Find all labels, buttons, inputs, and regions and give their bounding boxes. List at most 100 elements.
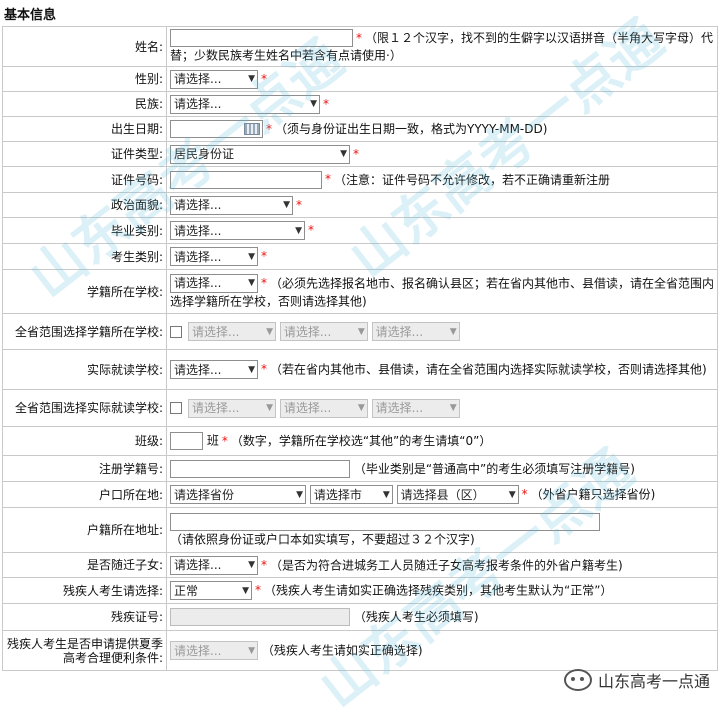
class-input[interactable] (170, 432, 203, 450)
row-disability-cert: 残疾证号: （残疾人考生必须填写) (2, 603, 718, 631)
chevron-down-icon: ▼ (449, 326, 457, 337)
required-star: * (261, 249, 267, 263)
disability-cert-label: 残疾证号: (2, 603, 167, 631)
chevron-down-icon: ▼ (248, 364, 255, 375)
chevron-down-icon: ▼ (382, 489, 390, 500)
row-id-type: 证件类型: 居民身份证 ▼ * (2, 141, 718, 167)
disability-cert-input[interactable] (170, 608, 350, 626)
birthdate-label: 出生日期: (2, 116, 167, 142)
prov-actual-city-select[interactable]: 请选择... ▼ (188, 398, 276, 418)
disability-select[interactable]: 正常 ▼ (170, 581, 252, 600)
actual-school-label: 实际就读学校: (2, 349, 167, 390)
chevron-down-icon: ▼ (248, 278, 255, 289)
id-number-note: （注意：证件号码不允许修改，若不正确请重新注册 (334, 172, 611, 187)
id-number-label: 证件号码: (2, 166, 167, 193)
required-star: * (261, 71, 267, 86)
row-grad-type: 毕业类别: 请选择... ▼ * (2, 217, 718, 244)
ethnicity-select[interactable]: 请选择... ▼ (170, 94, 320, 114)
exam-type-select[interactable]: 请选择... ▼ (170, 247, 258, 266)
section-title: 基本信息 (4, 8, 57, 23)
reg-number-note: （毕业类别是“普通高中”的考生必须填写注册学籍号) (353, 461, 635, 476)
row-id-number: 证件号码: * （注意：证件号码不允许修改，若不正确请重新注册 (2, 166, 718, 193)
migrant-select[interactable]: 请选择... ▼ (170, 555, 258, 575)
school-select-value: 请选择... (174, 276, 222, 291)
migrant-note: （是否为符合进城务工人员随迁子女高考报考条件的外省户籍考生) (270, 558, 623, 572)
grad-type-select[interactable]: 请选择... ▼ (170, 221, 305, 240)
class-suffix: 班 (206, 433, 219, 448)
hukou-address-input[interactable] (170, 512, 600, 531)
logo: 山东高考一点通 (563, 668, 710, 692)
prov-school-school-select[interactable]: 请选择... ▼ (371, 322, 460, 341)
hukou-address-label: 户籍所在地址: (2, 507, 167, 553)
political-select-value: 请选择... (174, 198, 222, 212)
prov-school-label: 全省范围选择学籍所在学校: (2, 313, 167, 350)
wechat-icon (563, 669, 592, 691)
chevron-down-icon: ▼ (449, 403, 457, 413)
row-reg-number: 注册学籍号: （毕业类别是“普通高中”的考生必须填写注册学籍号) (2, 455, 718, 482)
row-migrant: 是否随迁子女: 请选择... ▼ * （是否为符合进城务工人员随迁子女高考报考条件的外… (2, 552, 718, 578)
class-label: 班级: (2, 426, 167, 456)
name-input[interactable] (170, 29, 353, 48)
chevron-down-icon: ▼ (357, 403, 365, 413)
hukou-city-value: 请选择市 (313, 487, 362, 502)
chevron-down-icon: ▼ (248, 645, 255, 656)
school-select[interactable]: 请选择... ▼ (170, 273, 258, 293)
required-star: * (521, 487, 528, 501)
hukou-province-value: 请选择省份 (174, 487, 235, 502)
chevron-down-icon: ▼ (248, 560, 255, 570)
required-star: * (261, 557, 267, 572)
row-exam-type: 考生类别: 请选择... ▼ * (2, 243, 718, 270)
actual-school-select[interactable]: 请选择... ▼ (170, 360, 258, 379)
logo-text: 山东高考一点通 (597, 672, 710, 691)
chevron-down-icon: ▼ (248, 74, 255, 84)
row-prov-school: 全省范围选择学籍所在学校: 请选择... ▼ 请选择... ▼ 请选择... ▼ (2, 313, 718, 350)
row-disability-request: 残疾人考生是否申请提供夏季高考合理便利条件: 请选择... ▼ （残疾人考生请如实… (2, 630, 718, 671)
class-note: （数字，学籍所在学校选“其他”的考生请填“0”） (230, 434, 492, 448)
row-hukou: 户口所在地: 请选择省份 ▼ 请选择市 ▼ 请选择县（区） ▼ * （外省户籍只选择省份) (2, 481, 718, 508)
prov-school-county-value: 请选择... (283, 324, 332, 339)
id-type-select[interactable]: 居民身份证 ▼ (170, 144, 350, 164)
prov-school-checkbox[interactable] (170, 325, 182, 338)
reg-number-input[interactable] (170, 459, 350, 478)
chevron-down-icon: ▼ (296, 489, 303, 500)
hukou-province-select[interactable]: 请选择省份 ▼ (170, 485, 306, 504)
calendar-icon[interactable] (244, 123, 260, 135)
exam-type-label: 考生类别: (2, 243, 167, 270)
exam-type-select-value: 请选择... (174, 249, 222, 264)
gender-select[interactable]: 请选择... ▼ (170, 69, 258, 89)
prov-school-city-select[interactable]: 请选择... ▼ (188, 322, 276, 341)
required-star: * (221, 433, 228, 448)
actual-school-select-value: 请选择... (174, 362, 222, 377)
row-disability: 残疾人考生请选择: 正常 ▼ * （残疾人考生请如实正确选择残疾类别，其他考生默认为“… (2, 577, 718, 604)
prov-actual-label: 全省范围选择实际就读学校: (2, 389, 167, 427)
reg-number-label: 注册学籍号: (2, 455, 167, 482)
required-star: * (353, 146, 359, 161)
id-type-label: 证件类型: (2, 141, 167, 167)
id-number-input[interactable] (170, 170, 322, 189)
hukou-city-select[interactable]: 请选择市 ▼ (309, 485, 393, 504)
chevron-down-icon: ▼ (357, 326, 365, 337)
hukou-county-value: 请选择县（区） (400, 487, 485, 502)
prov-actual-checkbox[interactable] (170, 402, 182, 414)
row-prov-actual: 全省范围选择实际就读学校: 请选择... ▼ 请选择... ▼ 请选择... ▼ (2, 389, 718, 427)
disability-cert-note: （残疾人考生必须填写) (353, 610, 479, 624)
disability-request-select[interactable]: 请选择... ▼ (170, 641, 258, 660)
chevron-down-icon: ▼ (310, 99, 317, 109)
required-star: * (261, 275, 267, 290)
prov-actual-school-select[interactable]: 请选择... ▼ (371, 398, 460, 418)
prov-actual-county-select[interactable]: 请选择... ▼ (279, 398, 368, 418)
row-school: 学籍所在学校: 请选择... ▼ * （必须先选择报名地市、报名确认县区；若在省内其他… (2, 269, 718, 314)
required-star: * (308, 223, 314, 237)
required-star: * (296, 197, 302, 212)
required-star: * (323, 96, 329, 111)
migrant-label: 是否随迁子女: (2, 552, 167, 578)
birthdate-note: （须与身份证出生日期一致，格式为YYYY-MM-DD) (275, 122, 548, 136)
chevron-down-icon: ▼ (248, 251, 255, 262)
prov-school-county-select[interactable]: 请选择... ▼ (279, 322, 368, 341)
prov-school-city-value: 请选择... (192, 324, 240, 339)
required-star: * (356, 30, 362, 45)
hukou-county-select[interactable]: 请选择县（区） ▼ (396, 485, 519, 504)
ethnicity-select-value: 请选择... (174, 97, 222, 111)
disability-request-label: 残疾人考生是否申请提供夏季高考合理便利条件: (2, 630, 167, 671)
political-select[interactable]: 请选择... ▼ (170, 195, 293, 215)
